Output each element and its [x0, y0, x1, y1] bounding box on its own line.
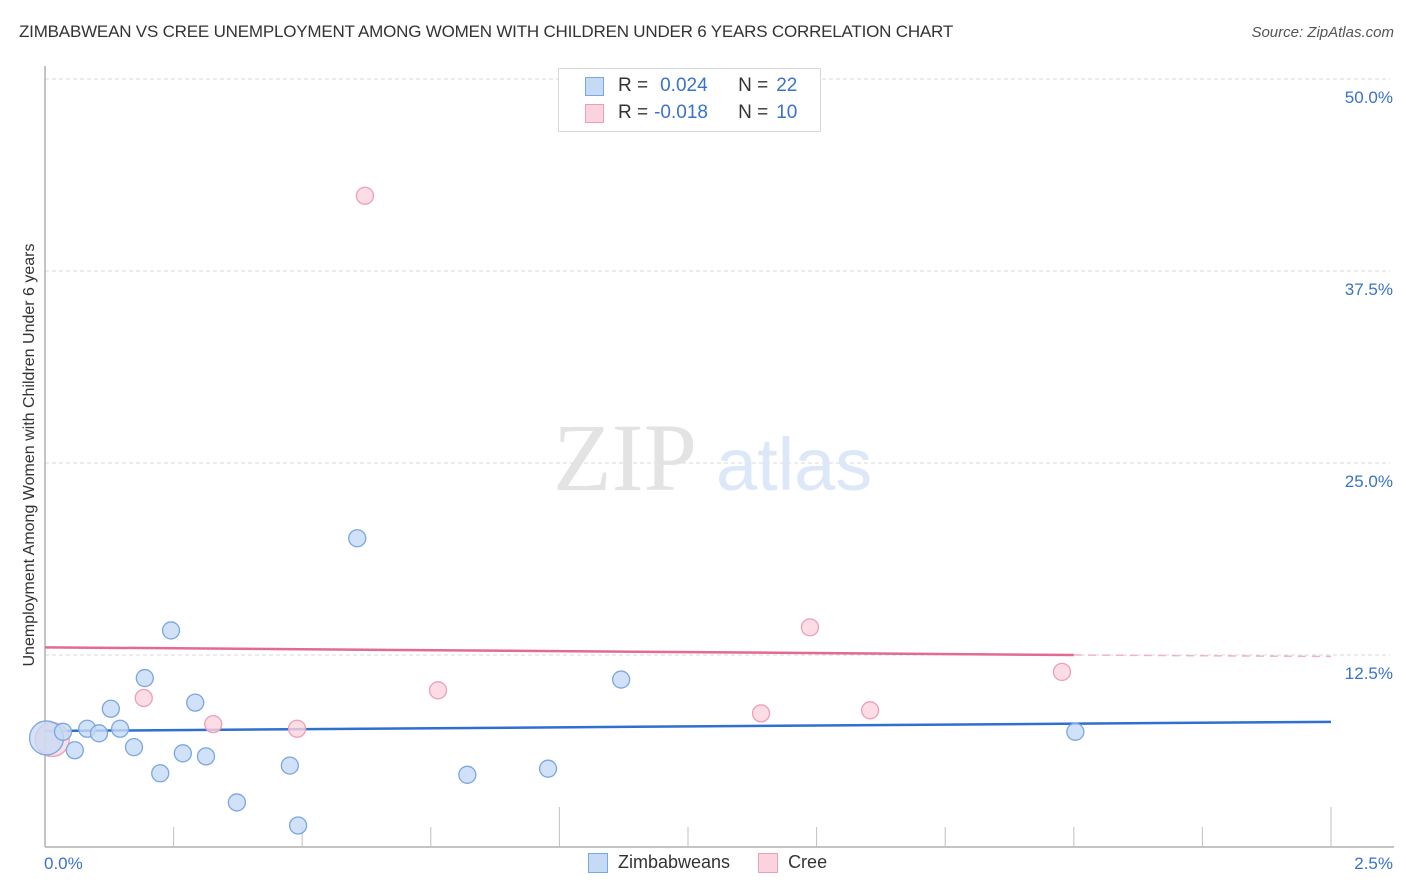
x-tick-label: 0.0%	[44, 854, 83, 873]
cree-point	[800, 618, 820, 637]
cree-point	[134, 688, 153, 708]
grid-lines	[45, 78, 1390, 656]
zimbabweans-point	[280, 756, 300, 775]
zimbabweans-point	[1066, 722, 1085, 741]
zimbabweans-legend-icon	[588, 852, 608, 873]
zimbabweans-point	[611, 670, 631, 689]
scatter-chart: ZIP atlas 12.5% 25.0% 37.5% 50.0% 0.0% 2.5% U…	[21, 66, 1394, 873]
y-axis-label: Unemployment Among Women with Children U…	[21, 243, 38, 666]
n-label: N =	[738, 102, 769, 123]
y-tick-label: 50.0%	[1345, 88, 1393, 107]
legend-label: Cree	[788, 852, 828, 872]
zimbabweans-point	[458, 765, 477, 784]
legend-item-zimbabweans[interactable]: Zimbabweans	[588, 852, 730, 873]
series-legend: Zimbabweans Cree	[588, 852, 855, 873]
cree-point	[287, 719, 307, 738]
stats-row-zimbabweans: R = 0.024 N = 22	[585, 74, 797, 98]
watermark-zip: ZIP	[553, 404, 697, 511]
legend-item-cree[interactable]: Cree	[758, 852, 827, 873]
zimbabweans-point	[186, 693, 205, 712]
y-tick-label: 25.0%	[1345, 472, 1393, 491]
zimbabweans-point	[101, 699, 120, 718]
r-value: 0.024	[660, 75, 708, 96]
zimbabweans-point	[65, 741, 84, 760]
cree-swatch-icon	[585, 103, 604, 123]
n-value: 22	[776, 75, 798, 96]
cree-point	[204, 714, 223, 734]
y-tick-label: 37.5%	[1345, 280, 1393, 299]
zimbabweans-point	[196, 747, 216, 766]
zimbabweans-trend-line	[44, 720, 1332, 733]
zimbabweans-point	[151, 764, 170, 783]
zimbabweans-point	[173, 744, 193, 763]
r-label: R =	[618, 75, 649, 96]
cree-point	[751, 704, 771, 723]
cree-point	[1052, 662, 1072, 682]
stats-row-cree: R = -0.018 N = 10	[585, 101, 797, 125]
n-value: 10	[776, 102, 798, 123]
cree-point	[355, 186, 375, 205]
r-label: R =	[618, 102, 649, 123]
zimbabweans-point	[348, 529, 367, 548]
zimbabweans-point	[110, 719, 130, 738]
zimbabweans-point	[53, 722, 73, 741]
legend-label: Zimbabweans	[618, 852, 731, 872]
n-label: N =	[738, 75, 769, 96]
zimbabweans-point	[288, 816, 308, 835]
x-tick-label: 2.5%	[1354, 854, 1393, 873]
cree-point	[860, 701, 880, 720]
zimbabweans-point	[124, 738, 144, 757]
watermark-atlas: atlas	[716, 423, 872, 506]
zimbabweans-point	[538, 759, 558, 778]
y-tick-label: 12.5%	[1345, 664, 1393, 683]
zimbabweans-point	[161, 621, 181, 640]
zimbabweans-swatch-icon	[585, 76, 604, 96]
stats-legend: R = 0.024 N = 22 R = -0.018 N = 10	[558, 68, 821, 132]
trend-lines	[44, 646, 1332, 733]
zimbabweans-point	[135, 668, 154, 688]
zimbabweans-point	[227, 793, 247, 812]
watermark: ZIP atlas	[553, 404, 872, 511]
cree-point	[428, 681, 448, 700]
zimbabweans-point	[89, 724, 109, 743]
r-value: -0.018	[654, 102, 708, 123]
cree-trend-line	[44, 646, 1074, 657]
cree-legend-icon	[758, 852, 779, 873]
